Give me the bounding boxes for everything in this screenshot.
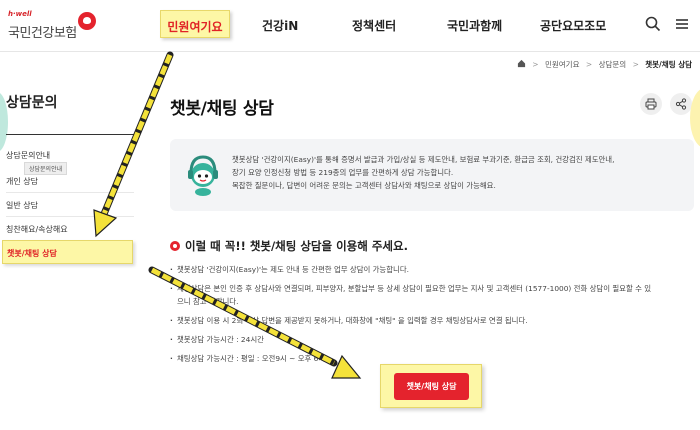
gnb-item-health-in[interactable]: 건강iN — [262, 17, 298, 34]
intro-box: 챗봇상담 '건강이지(Easy)'를 통해 증명서 발급과 가입/상실 등 제도… — [170, 139, 694, 211]
intro-text: 챗봇상담 '건강이지(Easy)'를 통해 증명서 발급과 가입/상실 등 제도… — [232, 153, 688, 192]
sidebar-tooltip: 상담문의안내 — [24, 162, 68, 175]
sidebar-divider — [6, 192, 134, 193]
list-item: 챗봇상담 가능시간 : 24시간 — [170, 333, 696, 346]
breadcrumb: > 민원여기요 > 상담문의 > 챗봇/채팅 상담 — [517, 59, 692, 70]
sidebar-item-general[interactable]: 일반 상담 — [6, 200, 38, 211]
gnb-item-policy-center[interactable]: 정책센터 — [352, 17, 396, 34]
sidebar-item-praise[interactable]: 칭찬해요/속상해요 — [6, 224, 68, 235]
annotation-arrow-to-sidebar — [93, 51, 174, 238]
chatbot-mascot-icon — [183, 153, 223, 197]
intro-line: 복잡한 질문이나, 답변이 어려운 문의는 고객센터 상담사와 채팅으로 상담이… — [232, 181, 496, 190]
right-decoration — [690, 88, 700, 148]
site-header: h·well 국민건강보험 민원여기요 건강iN 정책센터 국민과함께 공단요모… — [0, 0, 700, 52]
nhis-logo[interactable]: h·well 국민건강보험 — [6, 10, 102, 44]
share-icon — [675, 98, 687, 110]
print-icon — [645, 98, 657, 110]
list-item: 챗봇상담 이용 시 2회 이상 답변을 제공받지 못하거나, 대화창에 "채팅"… — [170, 314, 696, 327]
gnb-item-minwon[interactable]: 민원여기요 — [161, 18, 229, 35]
info-list: 챗봇상담 '건강이지(Easy)'는 제도 안내 등 간편한 업무 상담이 가능… — [170, 263, 696, 365]
chevron-right-icon: > — [585, 60, 593, 69]
list-item: 채팅상담은 본인 인증 후 상담사와 연결되며, 피부양자, 분할납부 등 상세… — [170, 282, 696, 295]
chatbot-chat-button[interactable]: 챗봇/채팅 상담 — [394, 373, 469, 400]
sidebar-item-consult-guide[interactable]: 상담문의안내 — [6, 150, 50, 161]
sidebar-title: 상담문의 — [6, 95, 58, 111]
gnb-item-about[interactable]: 공단요모조모 — [540, 17, 606, 34]
list-item-continued: 으니 참고 바랍니다. — [177, 297, 239, 306]
logo-subbrand: h·well — [8, 10, 32, 18]
section-bullet-icon — [170, 241, 180, 251]
chevron-right-icon: > — [532, 60, 539, 69]
page-title: 챗봇/채팅 상담 — [170, 99, 274, 119]
sidebar-item-personal[interactable]: 개인 상담 — [6, 176, 38, 187]
gnb-item-minwon-highlight[interactable]: 민원여기요 — [160, 10, 230, 38]
search-icon[interactable] — [645, 16, 663, 34]
sidebar-item-chatbot[interactable]: 챗봇/채팅 상담 — [7, 248, 57, 259]
sidebar-divider — [6, 134, 134, 135]
section-title: 이럴 때 꼭!! 챗봇/채팅 상담을 이용해 주세요. — [170, 238, 408, 254]
home-icon[interactable] — [517, 59, 526, 68]
intro-line: 장기 요양 인정신청 방법 등 219종의 업무를 간편하게 상담 가능합니다. — [232, 168, 454, 177]
breadcrumb-item-consult[interactable]: 상담문의 — [599, 60, 627, 69]
intro-line: 챗봇상담 '건강이지(Easy)'를 통해 증명서 발급과 가입/상실 등 제도… — [232, 155, 615, 164]
gnb-item-with-people[interactable]: 국민과함께 — [447, 17, 502, 34]
print-button[interactable] — [640, 93, 662, 115]
logo-name: 국민건강보험 — [8, 26, 77, 41]
share-button[interactable] — [670, 93, 692, 115]
menu-icon[interactable] — [674, 16, 692, 34]
breadcrumb-item-minwon[interactable]: 민원여기요 — [545, 60, 580, 69]
list-item: 챗봇상담 '건강이지(Easy)'는 제도 안내 등 간편한 업무 상담이 가능… — [170, 263, 696, 276]
section-title-text: 이럴 때 꼭!! 챗봇/채팅 상담을 이용해 주세요. — [185, 239, 408, 253]
breadcrumb-current: 챗봇/채팅 상담 — [645, 60, 692, 69]
chevron-right-icon: > — [632, 60, 639, 69]
logo-mark-icon — [78, 12, 96, 30]
sidebar-divider — [6, 216, 134, 217]
sidebar-item-chatbot-active[interactable]: 챗봇/채팅 상담 — [2, 240, 133, 264]
